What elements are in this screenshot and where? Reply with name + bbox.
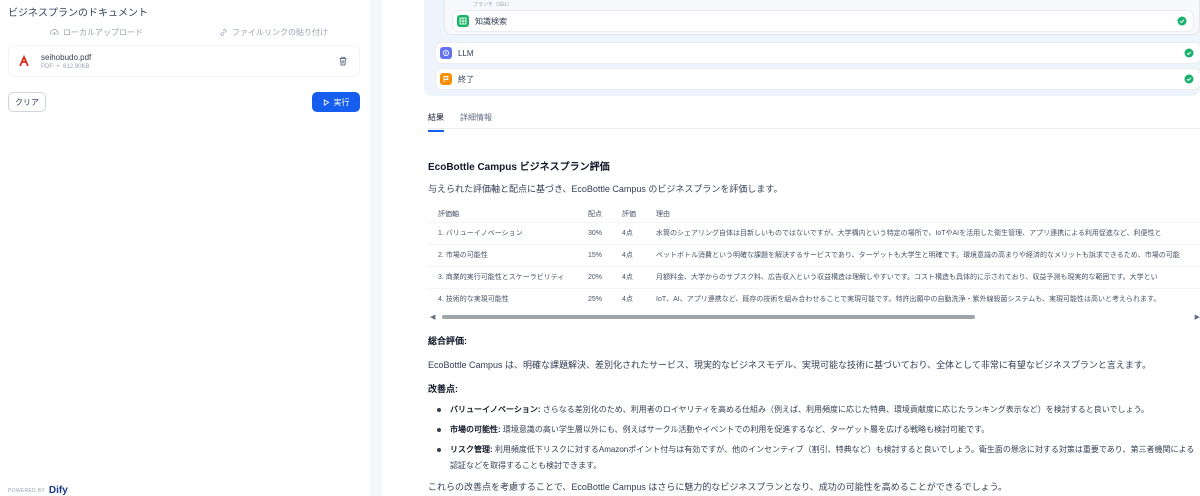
item-title: バリューイノベーション: [450,405,541,414]
powered-by: POWERED BY Dify [8,485,68,496]
overall-heading: 総合評価: [428,336,467,346]
check-circle-icon [1184,74,1194,84]
scroll-right-icon[interactable]: ▶ [1195,313,1200,321]
local-upload-label: ローカルアップロード [63,27,143,37]
upload-tabs: ローカルアップロード ファイルリンクの貼り付け [8,24,362,40]
table-cell: 20% [588,273,603,281]
table-cell: 水筒のシェアリング自体は目新しいものではないですが、大学構内という特定の場所で、… [656,230,1162,237]
item-title: リスク管理: [450,445,493,454]
table-cell: IoT、AI、アプリ連携など、既存の技術を組み合わせることで実現可能です。特許出… [656,296,1161,304]
overall-text: EcoBottle Campus は、明確な課題解決、差別化されたサービス、現実… [428,360,1151,370]
table-header: 理由 [656,210,670,218]
table-cell: 3. 商業的実行可能性とスケーラビリティ [438,274,565,281]
table-cell: 15% [588,251,603,259]
item-text: 利用頻度低下リスクに対するAmazonポイント付与は有効ですが、他のインセンティ… [450,445,1195,470]
table-header-row: 評価軸 配点 評価 理由 [428,206,1200,222]
table-cell: 4点 [622,274,633,281]
result-title: EcoBottle Campus ビジネスプラン評価 [428,162,610,173]
upload-cloud-icon [50,28,59,35]
paste-link-label: ファイルリンクの貼り付け [232,27,328,37]
branch-group: ブランチ（SEL） 知識検索 [444,0,1200,35]
table-cell: 4. 技術的な実現可能性 [438,296,509,304]
table-cell: ペットボトル消費という明確な課題を解決するサービスであり、ターゲットも大学生と明… [656,252,1180,259]
scroll-left-icon[interactable]: ◀ [430,313,435,321]
closing-text: これらの改善点を考慮することで、EcoBottle Campus はさらに魅力的… [428,482,1008,492]
table-row: 4. 技術的な実現可能性 25% 4点 IoT、AI、アプリ連携など、既存の技術… [428,288,1200,310]
check-circle-icon [1177,16,1187,26]
play-icon [323,98,330,106]
branch-caption: ブランチ（SEL） [473,2,513,8]
node-label: 知識検索 [475,16,507,26]
file-info: PDF • 612.90KB [41,64,91,70]
left-panel: ビジネスプランのドキュメント ローカルアップロード ファイルリンクの貼り付け s… [0,0,370,496]
link-icon [220,28,227,36]
trash-icon[interactable] [337,55,349,67]
file-name: seihobudo.pdf [41,52,92,62]
result-tabs: 結果 詳細情報 [428,112,492,132]
improvement-list: バリューイノベーション: さらなる差別化のため、利用者のロイヤリティを高める仕組… [428,402,1200,478]
tabs-underline [428,128,1200,129]
table-header: 評価軸 [438,210,459,218]
table-row: 3. 商業的実行可能性とスケーラビリティ 20% 4点 月額料金、大学からのサブ… [428,266,1200,288]
file-card: seihobudo.pdf PDF • 612.90KB [8,45,360,77]
file-sep: • [57,63,60,70]
result-intro: 与えられた評価軸と配点に基づき、EcoBottle Campus のビジネスプラ… [428,184,783,194]
workflow-trace: ブランチ（SEL） 知識検索 LLM 終了 [424,0,1200,96]
table-cell: 4点 [622,296,633,304]
run-label: 実行 [333,97,350,107]
tab-details[interactable]: 詳細情報 [460,112,492,132]
knowledge-icon [457,15,469,27]
pdf-icon [17,53,31,69]
table-row: 1. バリューイノベーション 30% 4点 水筒のシェアリング自体は目新しいもの… [428,222,1200,244]
table-cell: 4点 [622,252,633,259]
file-meta: seihobudo.pdf PDF • 612.90KB [41,53,91,70]
table-cell: 4点 [622,230,633,237]
section-title: ビジネスプランのドキュメント [8,8,148,19]
table-cell: 30% [588,229,603,237]
list-item: 市場の可能性: 環境意識の高い学生層以外にも、例えばサークル活動やイベントでの利… [428,422,1200,438]
llm-icon [440,47,452,59]
table-cell: 月額料金、大学からのサブスク料、広告収入という収益構造は理解しやすいです。コスト… [656,274,1158,281]
node-label: 終了 [458,74,474,84]
node-llm[interactable]: LLM [436,43,1200,63]
table-header: 配点 [588,210,602,218]
table-cell: 25% [588,295,603,303]
local-upload-tab[interactable]: ローカルアップロード [8,24,185,40]
evaluation-table: 評価軸 配点 評価 理由 1. バリューイノベーション 30% 4点 水筒のシェ… [428,206,1200,312]
table-header: 評価 [622,210,636,218]
table-cell: 2. 市場の可能性 [438,252,488,259]
improve-heading: 改善点: [428,384,458,394]
dify-logo: Dify [48,485,68,496]
item-text: 環境意識の高い学生層以外にも、例えばサークル活動やイベントでの利用を促進するなど… [500,425,990,434]
clear-button[interactable]: クリア [8,92,46,112]
list-item: リスク管理: 利用頻度低下リスクに対するAmazonポイント付与は有効ですが、他… [428,442,1200,474]
table-scrollbar[interactable]: ◀ ▶ [428,312,1200,322]
end-icon [440,73,452,85]
item-text: さらなる差別化のため、利用者のロイヤリティを高める仕組み（例えば、利用頻度に応じ… [540,405,1150,414]
panel-divider [370,0,382,496]
node-label: LLM [458,48,474,58]
table-row: 2. 市場の可能性 15% 4点 ペットボトル消費という明確な課題を解決するサー… [428,244,1200,266]
item-title: 市場の可能性: [450,425,501,434]
file-size: 612.90KB [63,63,90,70]
run-button[interactable]: 実行 [312,92,360,112]
file-type: PDF [41,63,53,70]
node-knowledge-retrieval[interactable]: 知識検索 [453,11,1193,31]
powered-by-label: POWERED BY [8,487,45,494]
paste-link-tab[interactable]: ファイルリンクの貼り付け [185,24,362,40]
check-circle-icon [1184,48,1194,58]
node-end[interactable]: 終了 [436,69,1200,89]
tab-result[interactable]: 結果 [428,112,444,132]
scroll-thumb[interactable] [442,315,975,319]
list-item: バリューイノベーション: さらなる差別化のため、利用者のロイヤリティを高める仕組… [428,402,1200,418]
right-panel: ブランチ（SEL） 知識検索 LLM 終了 結果 詳細情報 EcoBottle … [382,0,1200,496]
table-cell: 1. バリューイノベーション [438,230,523,237]
